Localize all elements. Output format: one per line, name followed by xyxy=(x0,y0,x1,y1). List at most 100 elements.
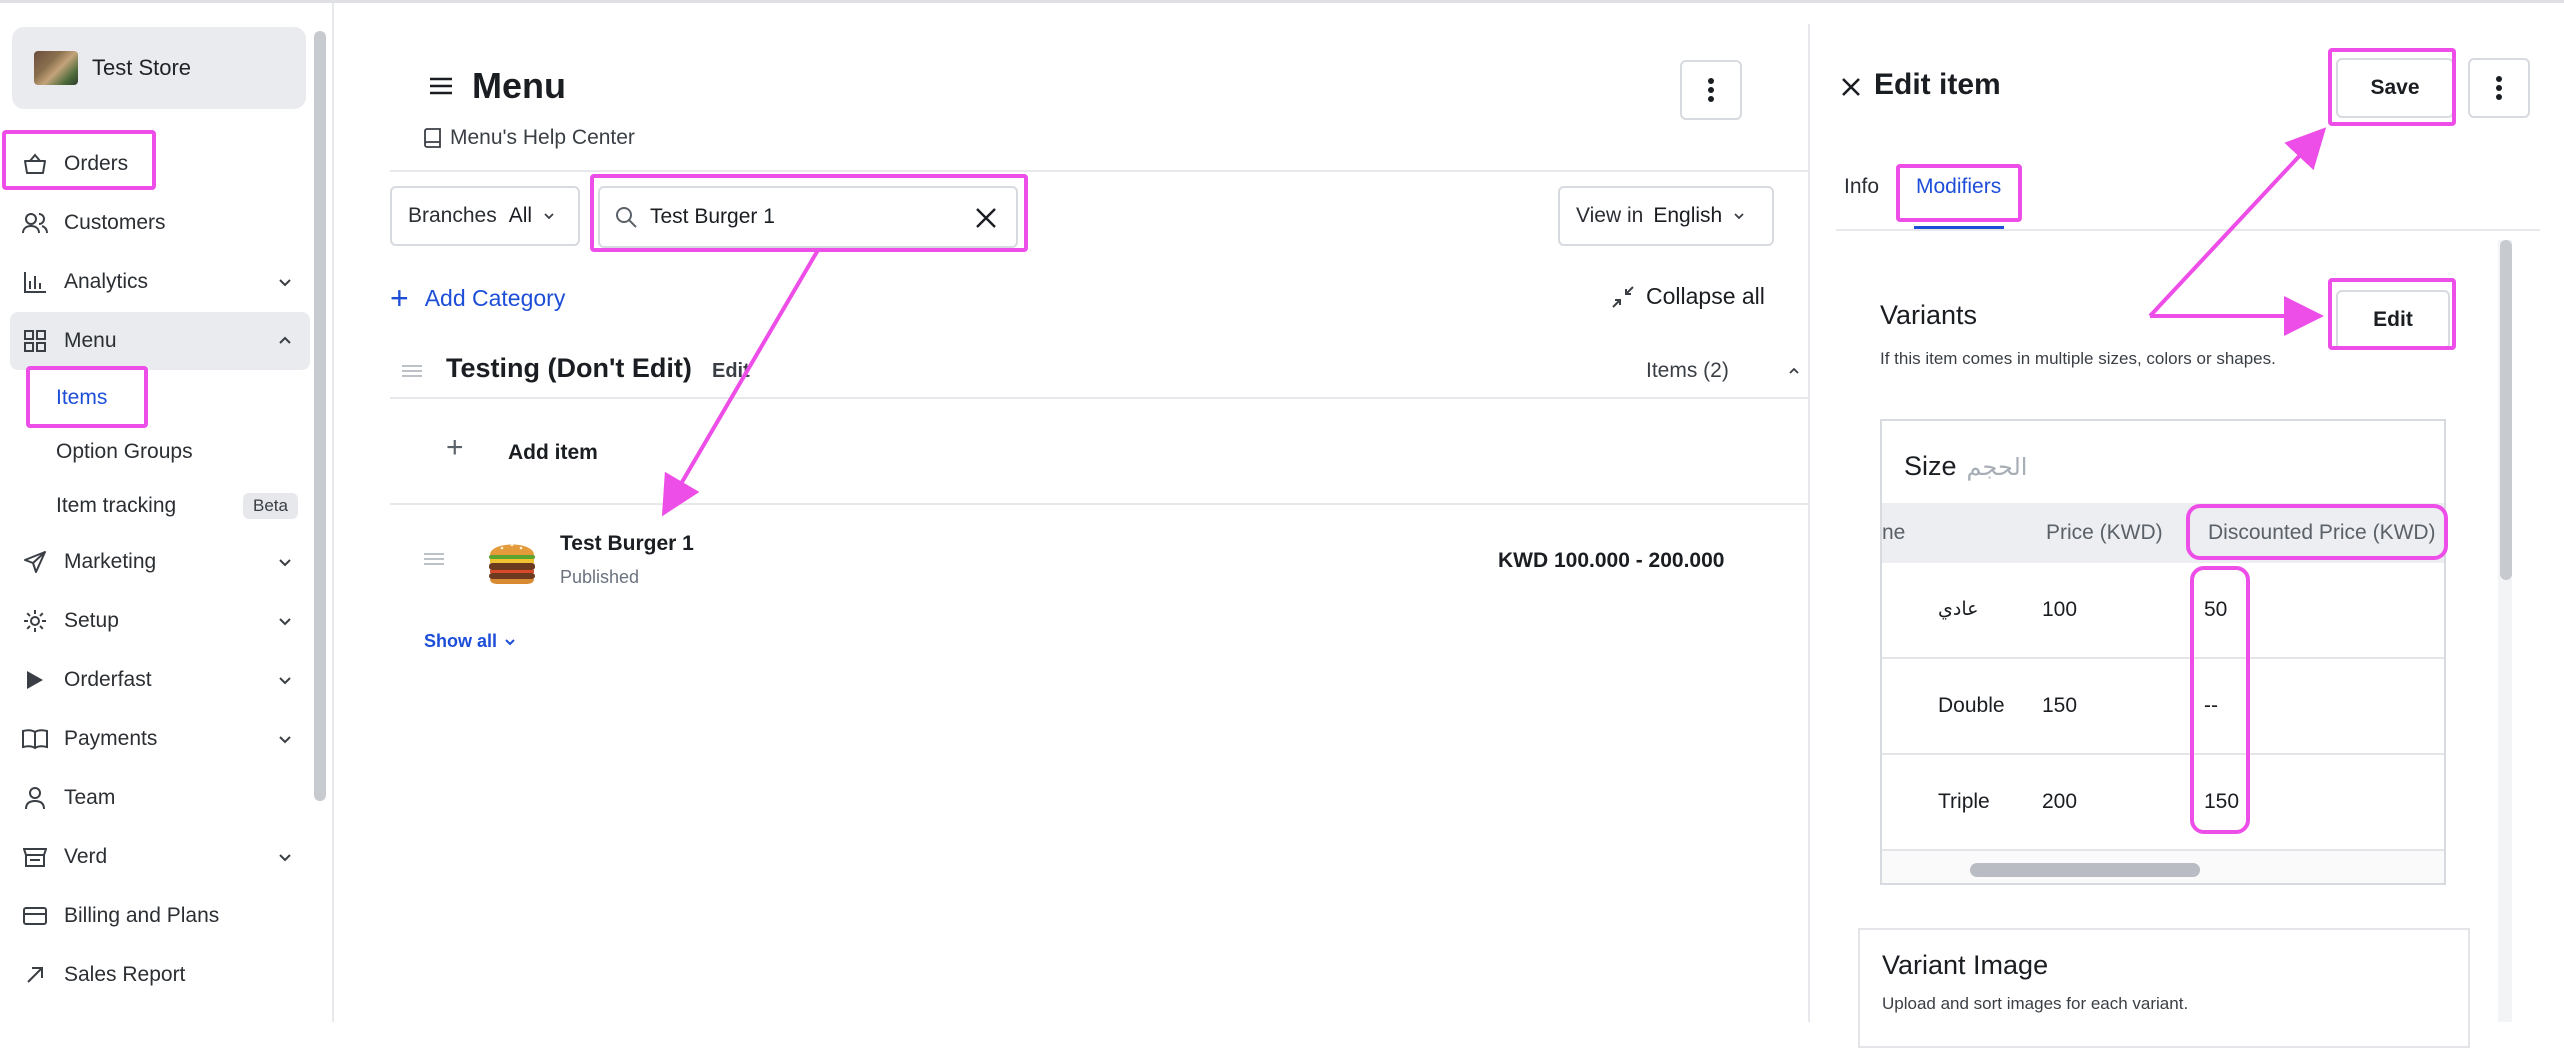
sidebar-item-billing[interactable]: Billing and Plans xyxy=(10,887,310,945)
sidebar-item-marketing[interactable]: Marketing xyxy=(10,533,310,591)
category-item-count: Items (2) xyxy=(1646,359,1729,382)
variants-title: Variants xyxy=(1880,300,1978,330)
sidebar-item-team[interactable]: Team xyxy=(10,769,310,827)
drag-handle-icon[interactable] xyxy=(402,365,422,377)
variant-image-description: Upload and sort images for each variant. xyxy=(1882,994,2189,1013)
chevron-down-icon xyxy=(505,638,515,645)
column-header-discounted-price: Discounted Price (KWD) xyxy=(2208,521,2436,544)
variant-discounted-price[interactable]: 50 xyxy=(2204,598,2227,622)
item-name: Test Burger 1 xyxy=(560,532,694,555)
chevron-down-icon xyxy=(279,559,291,567)
language-select[interactable]: View in English xyxy=(1558,186,1774,246)
sidebar-item-label: Verd xyxy=(64,845,108,868)
variants-description: If this item comes in multiple sizes, co… xyxy=(1880,349,2276,368)
sidebar-subitem-label: Items xyxy=(56,386,108,409)
sidebar-item-label: Orderfast xyxy=(64,668,152,691)
sidebar-item-analytics[interactable]: Analytics xyxy=(10,253,310,311)
size-title-ar: الحجم xyxy=(1966,453,2028,481)
sidebar-item-orders[interactable]: Orders xyxy=(10,135,310,193)
panel-scrollbar[interactable] xyxy=(2500,240,2512,580)
store-avatar xyxy=(34,51,78,85)
chevron-up-icon xyxy=(279,336,291,344)
bar-chart-icon xyxy=(22,269,48,295)
collapse-icon xyxy=(1612,285,1634,308)
search-input[interactable] xyxy=(650,205,960,229)
close-icon[interactable] xyxy=(1840,76,1862,98)
variant-image-card: Variant Image Upload and sort images for… xyxy=(1858,928,2470,1048)
sidebar-nav: Orders Customers Analytics Menu Items Op… xyxy=(10,135,310,1005)
arrow-up-right-icon xyxy=(22,962,48,988)
clear-search-icon[interactable] xyxy=(974,206,998,230)
variant-discounted-price[interactable]: 150 xyxy=(2204,790,2239,814)
sidebar-item-sales-report[interactable]: Sales Report xyxy=(10,946,310,1004)
more-vertical-icon xyxy=(2496,76,2502,100)
chevron-down-icon xyxy=(279,618,291,626)
tab-modifiers[interactable]: Modifiers xyxy=(1916,175,2001,199)
sidebar-item-label: Menu xyxy=(64,329,117,352)
sidebar-subitem-label: Item tracking xyxy=(56,494,177,517)
category-edit-button[interactable]: Edit xyxy=(712,360,750,383)
user-icon xyxy=(22,785,48,811)
sidebar-item-customers[interactable]: Customers xyxy=(10,194,310,252)
table-row: Double 150 -- xyxy=(1882,659,2444,755)
chevron-down-icon xyxy=(279,677,291,685)
sidebar-item-orderfast[interactable]: Orderfast xyxy=(10,651,310,709)
help-center-label: Menu's Help Center xyxy=(450,126,635,149)
sidebar-scrollbar[interactable] xyxy=(314,31,326,801)
save-button[interactable]: Save xyxy=(2336,58,2454,118)
panel-more-options-button[interactable] xyxy=(2468,58,2530,118)
variant-discounted-price[interactable]: -- xyxy=(2204,694,2218,718)
sidebar-item-setup[interactable]: Setup xyxy=(10,592,310,650)
gear-icon xyxy=(22,608,48,634)
plus-icon: + xyxy=(390,280,409,316)
sidebar-subitem-option-groups[interactable]: Option Groups xyxy=(10,425,310,479)
shopping-basket-icon xyxy=(22,151,48,177)
item-price: KWD 100.000 - 200.000 xyxy=(1498,549,1725,572)
variant-price[interactable]: 100 xyxy=(2042,598,2077,622)
sidebar-subitem-item-tracking[interactable]: Item tracking Beta xyxy=(10,479,310,533)
add-item-row[interactable]: + Add item xyxy=(390,399,1810,505)
branches-filter[interactable]: Branches All xyxy=(390,186,580,246)
main-content: Menu Menu's Help Center Branches All Vie… xyxy=(356,3,1810,1022)
variant-price[interactable]: 150 xyxy=(2042,694,2077,718)
store-switcher[interactable]: Test Store xyxy=(12,27,306,109)
branches-label: Branches xyxy=(408,204,497,227)
variants-edit-button[interactable]: Edit xyxy=(2336,290,2450,350)
table-scrollbar[interactable] xyxy=(1970,863,2200,877)
sidebar-item-label: Orders xyxy=(64,152,129,175)
sidebar-subitem-label: Option Groups xyxy=(56,440,193,463)
table-row: عادي 100 50 xyxy=(1882,563,2444,659)
chevron-down-icon xyxy=(279,854,291,862)
tab-info[interactable]: Info xyxy=(1844,175,1879,199)
hamburger-icon[interactable] xyxy=(430,77,452,95)
register-icon xyxy=(22,844,48,870)
variant-name: Double xyxy=(1938,694,2005,717)
collapse-all-button[interactable]: Collapse all xyxy=(1612,283,1765,310)
sidebar-item-verd[interactable]: Verd xyxy=(10,828,310,886)
sidebar-item-label: Analytics xyxy=(64,270,149,293)
table-header: ne Price (KWD) Discounted Price (KWD) xyxy=(1882,503,2444,563)
sidebar-item-label: Customers xyxy=(64,211,166,234)
drag-handle-icon[interactable] xyxy=(424,553,444,565)
book-icon xyxy=(424,128,441,148)
card-icon xyxy=(22,903,48,929)
variant-price[interactable]: 200 xyxy=(2042,790,2077,814)
book-icon xyxy=(22,726,48,752)
list-item[interactable]: Test Burger 1 Published KWD 100.000 - 20… xyxy=(390,505,1810,615)
help-center-link[interactable]: Menu's Help Center xyxy=(424,126,635,150)
sidebar-item-payments[interactable]: Payments xyxy=(10,710,310,768)
sidebar-item-menu[interactable]: Menu xyxy=(10,312,310,370)
tabs-divider xyxy=(1836,229,2540,231)
store-name: Test Store xyxy=(92,55,192,80)
sidebar-subitem-items[interactable]: Items xyxy=(10,371,310,425)
sidebar-item-label: Payments xyxy=(64,727,158,750)
chevron-up-icon[interactable] xyxy=(1786,363,1802,379)
add-category-button[interactable]: + Add Category xyxy=(390,282,565,314)
panel-title: Edit item xyxy=(1874,68,2001,101)
chevron-down-icon xyxy=(279,736,291,744)
show-all-button[interactable]: Show all xyxy=(424,631,517,652)
category-title: Testing (Don't Edit) xyxy=(446,353,692,383)
more-options-button[interactable] xyxy=(1680,60,1742,120)
sidebar: Test Store Orders Customers Analytics Me… xyxy=(0,3,334,1022)
column-header-price: Price (KWD) xyxy=(2046,521,2163,544)
